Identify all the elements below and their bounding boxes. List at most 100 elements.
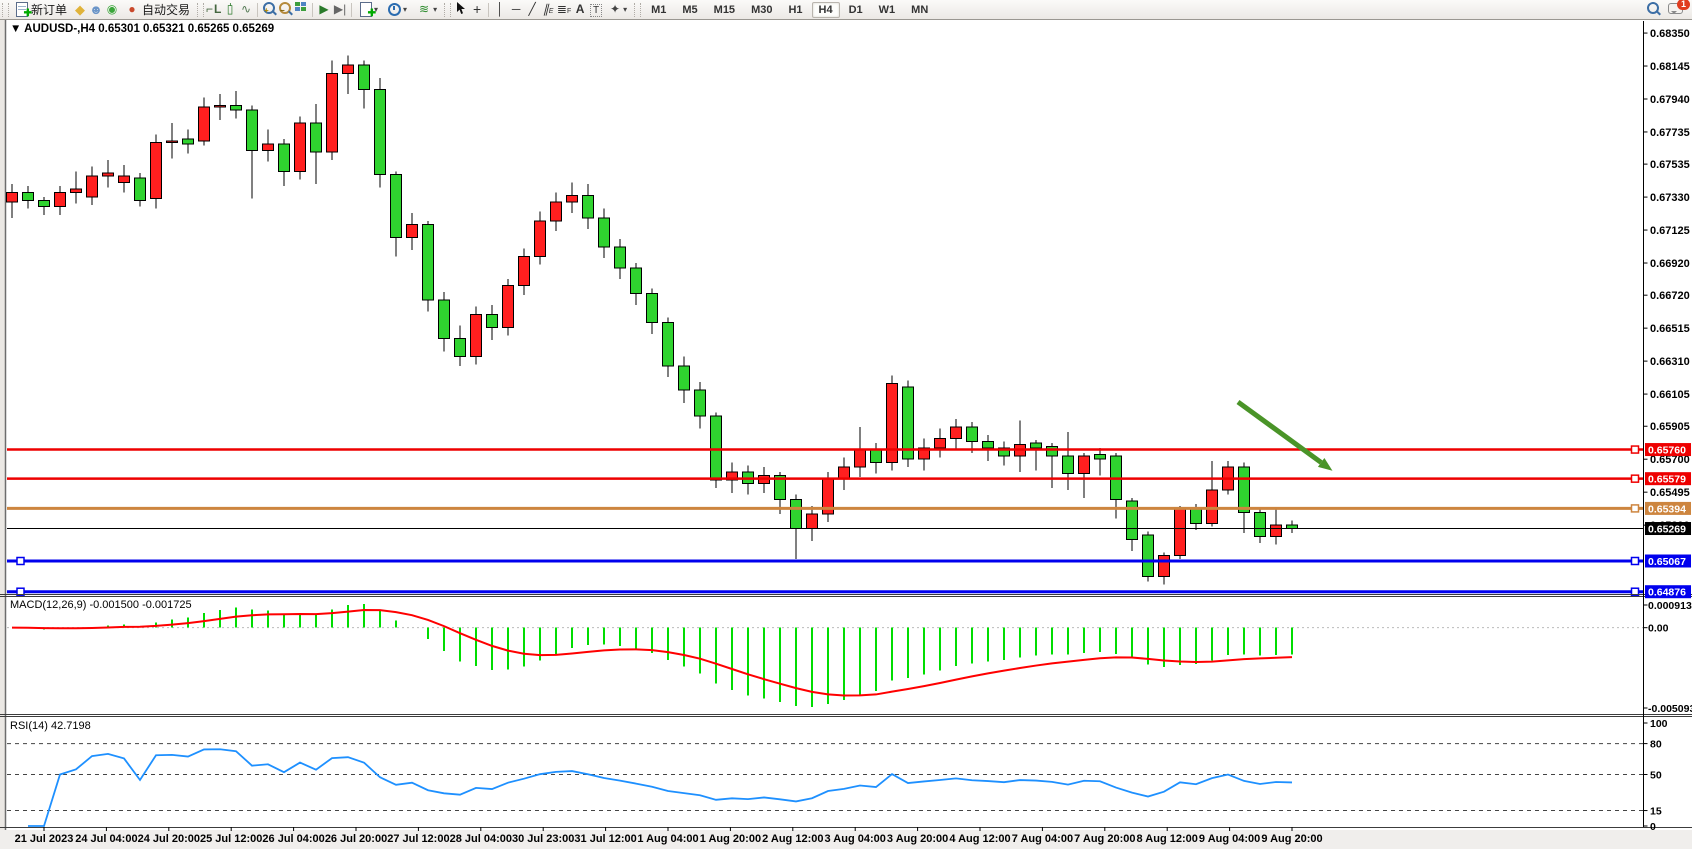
price-marker-label: 0.65394 bbox=[1648, 503, 1686, 515]
symbol-header[interactable]: ▼ AUDUSD-,H4 0.65301 0.65321 0.65265 0.6… bbox=[10, 23, 274, 35]
cursor-icon[interactable] bbox=[453, 2, 469, 17]
candlestick-icon[interactable]: ▯̍ bbox=[222, 2, 238, 17]
hline-handle-right[interactable] bbox=[1632, 505, 1639, 512]
templates-icon: ≋ bbox=[417, 2, 431, 17]
time-tick-label: 28 Jul 04:00 bbox=[450, 833, 512, 845]
templates-button[interactable]: ≋ ▾ bbox=[413, 0, 441, 19]
rsi-tick-label: 80 bbox=[1650, 739, 1662, 751]
candle-6 bbox=[103, 173, 114, 176]
toolbar-grip[interactable] bbox=[197, 3, 204, 17]
tab-timeframe-m30[interactable]: M30 bbox=[744, 2, 779, 18]
channel-icon[interactable]: ∥E bbox=[540, 2, 556, 17]
zoom-in-icon[interactable]: + bbox=[261, 2, 277, 17]
tab-timeframe-m5[interactable]: M5 bbox=[675, 2, 704, 18]
time-tick-label: 9 Aug 04:00 bbox=[1199, 833, 1260, 845]
candle-43 bbox=[695, 390, 706, 416]
hline-handle-right[interactable] bbox=[1632, 557, 1639, 564]
candle-27 bbox=[439, 300, 450, 339]
hline-icon[interactable]: ─ bbox=[508, 2, 524, 17]
price-marker-label: 0.65067 bbox=[1648, 556, 1686, 568]
community-icon[interactable]: ☻ bbox=[88, 2, 104, 17]
candle-5 bbox=[87, 176, 98, 197]
candle-16 bbox=[263, 144, 274, 150]
text-icon[interactable]: A bbox=[572, 2, 588, 17]
candle-39 bbox=[631, 268, 642, 294]
tab-timeframe-d1[interactable]: D1 bbox=[842, 2, 870, 18]
tab-timeframe-h1[interactable]: H1 bbox=[781, 2, 809, 18]
candle-54 bbox=[871, 450, 882, 463]
fibonacci-icon[interactable]: ≣F bbox=[556, 2, 572, 17]
rsi-tick-label: 100 bbox=[1650, 718, 1668, 730]
main-toolbar: ✚ 新订单 ◆ ☻ ◉ ● 自动交易 ⌐L ▯̍ ∿ + − ▶ ▶| ✚ ▾ … bbox=[0, 0, 1692, 20]
tab-timeframe-m1[interactable]: M1 bbox=[644, 2, 673, 18]
candle-13 bbox=[215, 105, 226, 107]
candle-1 bbox=[23, 192, 34, 200]
periods-icon bbox=[388, 3, 401, 16]
timeframe-strip: M1M5M15M30H1H4D1W1MN bbox=[643, 2, 936, 18]
new-order-button[interactable]: ✚ 新订单 bbox=[12, 0, 71, 19]
candle-73 bbox=[1175, 509, 1186, 556]
zoom-out-icon[interactable]: − bbox=[277, 2, 293, 17]
tab-timeframe-h4[interactable]: H4 bbox=[812, 2, 840, 18]
candle-30 bbox=[487, 314, 498, 327]
candle-25 bbox=[407, 224, 418, 237]
hline-handle-left[interactable] bbox=[17, 557, 24, 564]
candle-67 bbox=[1079, 456, 1090, 474]
line-chart-icon[interactable]: ∿ bbox=[238, 2, 254, 17]
new-chart-button[interactable]: ✚ ▾ bbox=[356, 0, 382, 19]
shapes-button[interactable]: ✦ ▾ bbox=[605, 0, 631, 19]
time-tick-label: 7 Aug 04:00 bbox=[1012, 833, 1073, 845]
price-tick-label: 0.67940 bbox=[1650, 94, 1690, 106]
tab-timeframe-m15[interactable]: M15 bbox=[707, 2, 742, 18]
price-marker-label: 0.65579 bbox=[1648, 474, 1686, 486]
auto-trading-label: 自动交易 bbox=[142, 1, 190, 18]
notification-badge: 1 bbox=[1677, 0, 1690, 10]
candle-78 bbox=[1255, 512, 1266, 536]
toolbar-grip[interactable] bbox=[634, 3, 641, 17]
tile-windows-icon[interactable] bbox=[293, 2, 309, 17]
bar-chart-icon[interactable]: ⌐L bbox=[206, 2, 222, 17]
candle-17 bbox=[279, 144, 290, 171]
trendline-icon[interactable]: ╱ bbox=[524, 2, 540, 17]
autoscroll-icon[interactable]: ▶ bbox=[316, 2, 332, 17]
candle-21 bbox=[343, 65, 354, 73]
search-icon[interactable] bbox=[1647, 2, 1659, 17]
tab-timeframe-mn[interactable]: MN bbox=[904, 2, 935, 18]
candle-38 bbox=[615, 247, 626, 268]
vline-icon[interactable]: │ bbox=[492, 2, 508, 17]
chart-canvas: 0.683500.681450.679400.677350.675350.673… bbox=[0, 0, 1692, 849]
candle-33 bbox=[535, 221, 546, 256]
chat-icon[interactable]: 1 bbox=[1668, 3, 1683, 17]
time-tick-label: 26 Jul 20:00 bbox=[325, 833, 387, 845]
candle-65 bbox=[1047, 446, 1058, 456]
candle-80 bbox=[1287, 525, 1298, 528]
candle-58 bbox=[935, 438, 946, 448]
candle-50 bbox=[807, 514, 818, 528]
rsi-tick-label: 0 bbox=[1650, 821, 1656, 833]
macd-zero-label: 0.00 bbox=[1648, 623, 1669, 635]
hline-handle-right[interactable] bbox=[1632, 446, 1639, 453]
chart-shift-icon[interactable]: ▶| bbox=[332, 2, 348, 17]
crosshair-icon[interactable]: + bbox=[469, 2, 485, 17]
price-tick-label: 0.66105 bbox=[1650, 389, 1690, 401]
toolbar-grip[interactable] bbox=[444, 3, 451, 17]
gold-icon[interactable]: ◆ bbox=[72, 2, 88, 17]
chart-periods-button[interactable]: ▾ bbox=[384, 0, 411, 19]
hline-handle-right[interactable] bbox=[1632, 475, 1639, 482]
signal-icon[interactable]: ◉ bbox=[104, 2, 120, 17]
tab-timeframe-w1[interactable]: W1 bbox=[872, 2, 903, 18]
price-tick-label: 0.66310 bbox=[1650, 356, 1690, 368]
window-left-gutter bbox=[0, 19, 5, 849]
price-tick-label: 0.66920 bbox=[1650, 258, 1690, 270]
price-tick-label: 0.65905 bbox=[1650, 421, 1690, 433]
candle-66 bbox=[1063, 456, 1074, 474]
candle-11 bbox=[183, 139, 194, 144]
time-tick-label: 27 Jul 12:00 bbox=[387, 833, 449, 845]
time-tick-label: 21 Jul 2023 bbox=[15, 833, 74, 845]
text-label-icon[interactable]: T bbox=[588, 2, 604, 17]
rsi-indicator-label: RSI(14) 42.7198 bbox=[10, 720, 91, 732]
candle-23 bbox=[375, 89, 386, 174]
price-marker-label: 0.64876 bbox=[1648, 587, 1686, 599]
auto-trading-button[interactable]: ● 自动交易 bbox=[121, 0, 194, 19]
toolbar-grip[interactable] bbox=[2, 3, 9, 17]
